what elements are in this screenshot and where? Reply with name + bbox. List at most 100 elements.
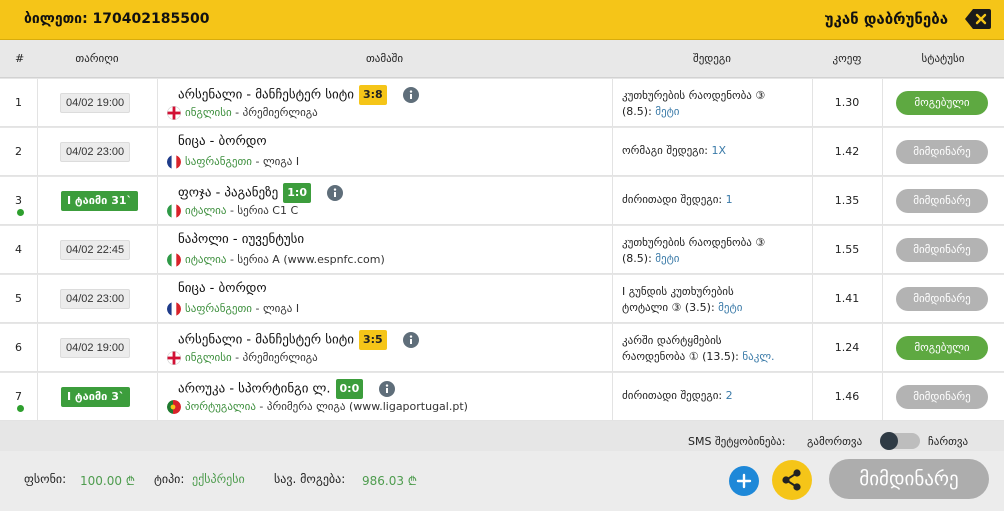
cell-divider [612, 373, 613, 421]
bet-text: ორმაგი შედეგი: [622, 144, 712, 157]
france-flag-icon [167, 155, 181, 169]
table-row: 4 04/02 22:45 ნაპოლი - იუვენტუსი იტალია … [0, 226, 1004, 274]
country-name[interactable]: ინგლისი [185, 106, 232, 119]
table-row: 2 04/02 23:00 ნიცა - ბორდო საფრანგეთი - … [0, 128, 1004, 176]
cell-divider [157, 226, 158, 274]
table-row: 3 I ტაიმი 31` ფოჯა - პაგანეზე 1:0 იტალია … [0, 177, 1004, 225]
cell-divider [882, 79, 883, 127]
cell-divider [882, 324, 883, 372]
col-status: სტატუსი [921, 52, 965, 65]
status-badge[interactable]: მიმდინარე [896, 189, 988, 213]
match-date: 04/02 23:00 [60, 289, 131, 309]
row-number: 3 [15, 194, 22, 207]
ticket-status-button[interactable]: მიმდინარე [829, 459, 989, 499]
match-name[interactable]: აროუკა - სპორტინგი ლ. 0:0 [178, 379, 396, 399]
add-button[interactable] [729, 466, 759, 496]
sms-bar: SMS შეტყობინება: გამორთვა ჩართვა [0, 421, 1004, 451]
match-date: 04/02 22:45 [60, 240, 131, 260]
match-score: 3:8 [358, 85, 387, 105]
cell-divider [37, 177, 38, 225]
cell-divider [612, 177, 613, 225]
match-name[interactable]: ნიცა - ბორდო [178, 281, 267, 296]
match-teams: არსენალი - მანჩესტერ სიტი [178, 332, 354, 348]
odds-value: 1.24 [834, 341, 860, 354]
col-num: # [15, 52, 25, 65]
match-name[interactable]: ნაპოლი - იუვენტუსი [178, 232, 304, 247]
back-link[interactable]: უკან დაბრუნება [825, 10, 948, 28]
row-number: 5 [15, 292, 22, 305]
country-name[interactable]: იტალია [185, 253, 226, 266]
match-name[interactable]: ფოჯა - პაგანეზე 1:0 [178, 183, 343, 203]
italy-flag-icon [167, 253, 181, 267]
status-badge[interactable]: მიმდინარე [896, 287, 988, 311]
plus-icon [736, 473, 752, 489]
table-row: 1 04/02 19:00 არსენალი - მანჩესტერ სიტი 3… [0, 79, 1004, 127]
bet-text: ტოტალი ③ (3.5): [622, 301, 719, 314]
league-name: - პრემიერლიგა [231, 351, 318, 364]
league-name: - სერია A (www.espnfc.com) [226, 253, 385, 266]
bet-line: კუთხურების რაოდენობა ③ [622, 235, 807, 251]
ticket-footer: ფსონი: 100.00 ₾ ტიპი: ექსპრესი სავ. მოგე… [0, 451, 1004, 511]
league-name: - ლიგა I [251, 155, 300, 168]
cell-divider [882, 275, 883, 323]
cell-divider [157, 373, 158, 421]
info-icon[interactable] [379, 381, 396, 397]
sms-toggle[interactable] [880, 432, 920, 450]
info-icon[interactable] [402, 332, 419, 348]
match-score: 3:5 [358, 330, 387, 350]
bet-value: ნაკლ. [742, 350, 775, 363]
country-name[interactable]: ინგლისი [185, 351, 232, 364]
table-row: 7 I ტაიმი 3` აროუკა - სპორტინგი ლ. 0:0 პო… [0, 373, 1004, 421]
toggle-knob [880, 432, 898, 450]
bet-text: კუთხურების რაოდენობა ③ [622, 236, 766, 249]
odds-value: 1.30 [834, 96, 860, 109]
col-bet: შედეგი [693, 52, 731, 65]
league-line: პორტუგალია - პრიმერა ლიგა (www.ligaportu… [167, 400, 468, 414]
status-badge[interactable]: მიმდინარე [896, 238, 988, 262]
cell-divider [157, 128, 158, 176]
match-date: 04/02 19:00 [60, 338, 131, 358]
bet-line: (8.5): მეტი [622, 104, 807, 120]
odds-value: 1.46 [834, 390, 860, 403]
league-name: - პრემიერლიგა [231, 106, 318, 119]
odds-value: 1.35 [834, 194, 860, 207]
table-header: # თარიღი თამაში შედეგი კოეფ სტატუსი [0, 40, 1004, 78]
cell-divider [37, 275, 38, 323]
status-badge[interactable]: მოგებული [896, 91, 988, 115]
bet-text: (8.5): [622, 252, 656, 265]
league-line: იტალია - სერია C1 C [167, 204, 298, 218]
info-icon[interactable] [402, 87, 419, 103]
bet-text: I გუნდის კუთხურების [622, 285, 734, 298]
bet-value: 1X [711, 144, 727, 157]
status-badge[interactable]: მოგებული [896, 336, 988, 360]
backspace-close-icon[interactable] [964, 7, 992, 31]
bet-value: მეტი [718, 301, 743, 314]
bet-selection: კუთხურების რაოდენობა ③ (8.5): მეტი [622, 88, 807, 120]
cell-divider [612, 275, 613, 323]
league-line: ინგლისი - პრემიერლიგა [167, 106, 318, 120]
england-flag-icon [167, 106, 181, 120]
live-time-badge: I ტაიმი 31` [61, 191, 139, 211]
country-name[interactable]: საფრანგეთი [185, 155, 252, 168]
bet-text: ძირითადი შედეგი: [622, 389, 726, 402]
cell-divider [37, 373, 38, 421]
league-name: - პრიმერა ლიგა (www.ligaportugal.pt) [255, 400, 468, 413]
country-name[interactable]: საფრანგეთი [185, 302, 252, 315]
match-name[interactable]: არსენალი - მანჩესტერ სიტი 3:8 [178, 85, 419, 105]
match-name[interactable]: არსენალი - მანჩესტერ სიტი 3:5 [178, 330, 419, 350]
status-badge[interactable]: მიმდინარე [896, 385, 988, 409]
info-icon[interactable] [327, 185, 343, 201]
cell-divider [157, 79, 158, 127]
country-name[interactable]: იტალია [185, 204, 226, 217]
match-teams: აროუკა - სპორტინგი ლ. [178, 381, 331, 397]
share-button[interactable] [772, 460, 812, 500]
cell-divider [37, 128, 38, 176]
odds-value: 1.42 [834, 145, 860, 158]
league-name: - ლიგა I [251, 302, 300, 315]
bet-line: ორმაგი შედეგი: 1X [622, 143, 807, 159]
match-name[interactable]: ნიცა - ბორდო [178, 134, 267, 149]
live-indicator-dot [17, 209, 24, 216]
match-score: 0:0 [335, 379, 364, 399]
country-name[interactable]: პორტუგალია [185, 400, 256, 413]
status-badge[interactable]: მიმდინარე [896, 140, 988, 164]
